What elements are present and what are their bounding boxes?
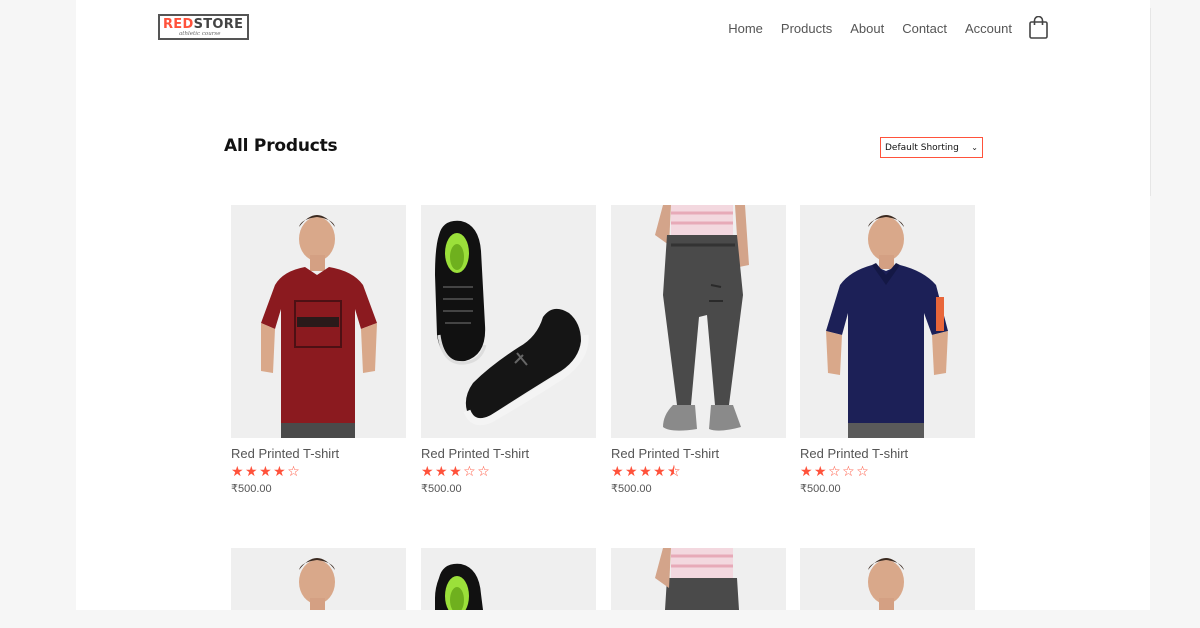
product-image[interactable] bbox=[611, 548, 786, 610]
product-image[interactable] bbox=[231, 548, 406, 610]
sort-select[interactable]: Default Shorting ⌄ bbox=[880, 137, 983, 158]
product-card[interactable] bbox=[611, 548, 786, 610]
product-image[interactable] bbox=[231, 205, 406, 438]
product-name[interactable]: Red Printed T-shirt bbox=[800, 446, 975, 461]
product-rating: ★★★★⯪ bbox=[611, 464, 682, 480]
nav-products[interactable]: Products bbox=[781, 21, 832, 37]
sort-selected-value: Default Shorting bbox=[885, 142, 959, 153]
product-card[interactable]: Red Printed T-shirt ★★★★☆ ₹500.00 bbox=[231, 205, 406, 496]
main-nav: Home Products About Contact Account bbox=[710, 21, 1012, 37]
page-title: All Products bbox=[224, 136, 338, 156]
product-rating: ★★☆☆☆ bbox=[800, 464, 871, 480]
shopping-bag-icon[interactable] bbox=[1029, 15, 1048, 39]
product-name[interactable]: Red Printed T-shirt bbox=[421, 446, 596, 461]
divider bbox=[1150, 8, 1151, 196]
product-image[interactable] bbox=[800, 548, 975, 610]
product-rating: ★★★★☆ bbox=[231, 464, 302, 480]
product-image[interactable] bbox=[421, 548, 596, 610]
product-name[interactable]: Red Printed T-shirt bbox=[611, 446, 786, 461]
chevron-down-icon: ⌄ bbox=[971, 143, 978, 152]
product-card[interactable] bbox=[421, 548, 596, 610]
logo-tagline: athletic course bbox=[179, 31, 221, 37]
logo-wordmark: REDSTORE bbox=[163, 17, 244, 32]
product-name[interactable]: Red Printed T-shirt bbox=[231, 446, 406, 461]
product-image[interactable] bbox=[800, 205, 975, 438]
product-price: ₹500.00 bbox=[800, 483, 841, 495]
store-logo[interactable]: REDSTORE athletic course bbox=[158, 14, 249, 40]
product-price: ₹500.00 bbox=[611, 483, 652, 495]
nav-contact[interactable]: Contact bbox=[902, 21, 947, 37]
product-card[interactable]: Red Printed T-shirt ★★★☆☆ ₹500.00 bbox=[421, 205, 596, 496]
nav-home[interactable]: Home bbox=[728, 21, 763, 37]
nav-account[interactable]: Account bbox=[965, 21, 1012, 37]
product-card[interactable]: Red Printed T-shirt ★★★★⯪ ₹500.00 bbox=[611, 205, 786, 496]
product-image[interactable] bbox=[421, 205, 596, 438]
product-image[interactable] bbox=[611, 205, 786, 438]
page-panel: REDSTORE athletic course Home Products A… bbox=[76, 0, 1150, 610]
product-card[interactable] bbox=[800, 548, 975, 610]
product-card[interactable] bbox=[231, 548, 406, 610]
product-card[interactable]: Red Printed T-shirt ★★☆☆☆ ₹500.00 bbox=[800, 205, 975, 496]
product-price: ₹500.00 bbox=[231, 483, 272, 495]
product-price: ₹500.00 bbox=[421, 483, 462, 495]
nav-about[interactable]: About bbox=[850, 21, 884, 37]
product-rating: ★★★☆☆ bbox=[421, 464, 492, 480]
